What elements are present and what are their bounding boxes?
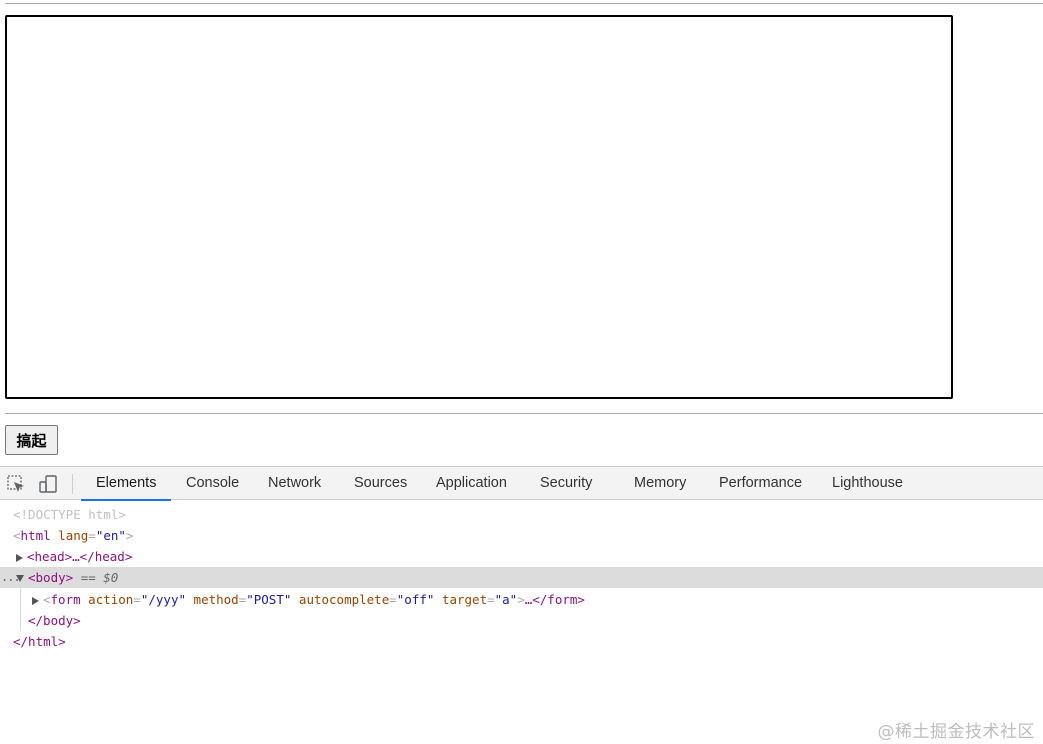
form-autocomplete-attr: autocomplete <box>298 592 390 607</box>
tab-application[interactable]: Application <box>421 467 522 500</box>
html-tag-name: html <box>20 528 51 543</box>
tab-performance[interactable]: Performance <box>704 467 817 500</box>
submit-button[interactable]: 搞起 <box>5 425 58 455</box>
tab-memory[interactable]: Memory <box>619 467 701 500</box>
dom-node-html[interactable]: <html lang="en"> <box>0 525 1043 546</box>
doctype-text: <!DOCTYPE html> <box>13 507 126 522</box>
html-lang-value: "en" <box>95 528 126 543</box>
middle-divider <box>5 413 1043 414</box>
form-method-value: "POST" <box>246 592 292 607</box>
form-close-tag: …</form> <box>524 592 585 607</box>
dom-node-doctype[interactable]: <!DOCTYPE html> <box>0 504 1043 525</box>
body-open-tag: <body> <box>28 570 74 585</box>
form-tag-name: form <box>50 592 81 607</box>
tab-network[interactable]: Network <box>253 467 336 500</box>
tab-lighthouse[interactable]: Lighthouse <box>817 467 918 500</box>
select-element-icon[interactable] <box>6 474 26 494</box>
top-divider <box>5 3 1043 4</box>
form-target-attr: target <box>441 592 488 607</box>
row-more-icon[interactable]: ... <box>1 567 21 588</box>
tab-sources[interactable]: Sources <box>339 467 422 500</box>
dom-node-html-close[interactable]: </html> <box>0 631 1043 652</box>
toolbar-separator <box>72 474 73 494</box>
form-action-attr: action <box>88 592 134 607</box>
body-close-tag: </body> <box>28 613 81 628</box>
watermark: @稀土掘金技术社区 <box>877 722 1035 742</box>
dom-node-body[interactable]: ... <body> == $0 <box>0 567 1043 588</box>
target-iframe[interactable] <box>5 15 953 399</box>
tab-console[interactable]: Console <box>171 467 254 500</box>
dom-node-head[interactable]: <head>…</head> <box>0 546 1043 567</box>
form-method-attr: method <box>193 592 239 607</box>
dom-node-form[interactable]: <form action="/yyy" method="POST" autoco… <box>0 589 1043 610</box>
form-target-value: "a" <box>494 592 518 607</box>
expand-arrow-icon[interactable] <box>32 596 39 605</box>
expand-arrow-icon[interactable] <box>16 553 23 562</box>
form-autocomplete-value: "off" <box>396 592 435 607</box>
form-action-value: "/yyy" <box>140 592 187 607</box>
tab-security[interactable]: Security <box>525 467 607 500</box>
devtools-toolbar: Elements Console Network Sources Applica… <box>0 466 1043 501</box>
html-lang-attr: lang <box>58 528 89 543</box>
html-close-tag: </html> <box>13 634 66 649</box>
tab-elements[interactable]: Elements <box>81 467 172 501</box>
head-node-text: <head>…</head> <box>27 549 133 564</box>
selected-node-hint: == $0 <box>80 570 119 585</box>
dom-node-body-close[interactable]: </body> <box>0 610 1043 631</box>
device-toolbar-icon[interactable] <box>38 474 58 494</box>
